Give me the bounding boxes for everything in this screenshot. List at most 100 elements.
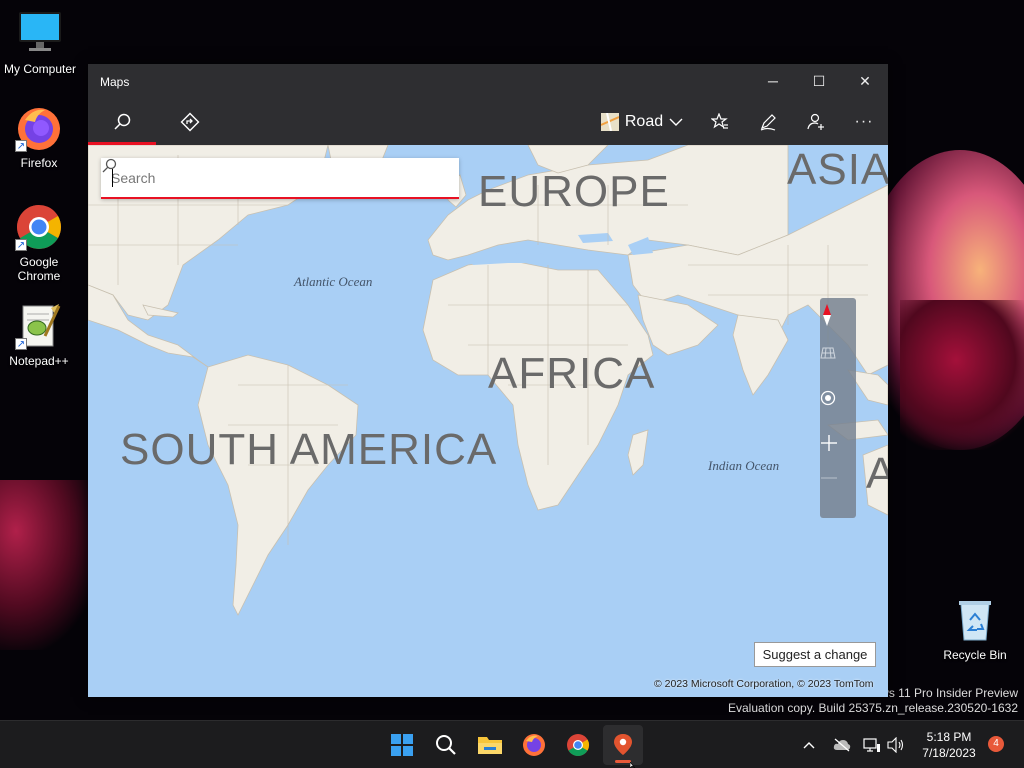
chevron-up-icon xyxy=(803,742,815,749)
notepadpp-icon: ↗ xyxy=(15,302,63,350)
desktop-icon-label: Recycle Bin xyxy=(943,648,1007,662)
chevron-down-icon xyxy=(669,118,683,126)
windows-logo-icon xyxy=(391,734,413,756)
firefox-icon: ↗ xyxy=(15,104,63,152)
desktop-icon-label: My Computer xyxy=(3,62,77,76)
location-target-icon xyxy=(820,390,836,406)
zoom-out-button[interactable] xyxy=(820,476,856,512)
maps-taskbar-button[interactable] xyxy=(603,725,643,765)
favorites-button[interactable] xyxy=(700,98,740,145)
minimize-button[interactable]: ─ xyxy=(750,64,796,98)
continent-label: ASIA xyxy=(787,145,888,194)
taskbar: 5:18 PM 7/18/2023 xyxy=(0,720,1024,768)
firefox-taskbar-button[interactable] xyxy=(514,725,554,765)
directions-icon xyxy=(180,112,200,131)
desktop-icon-label: Firefox xyxy=(20,156,58,170)
network-button[interactable] xyxy=(860,721,884,768)
window-title: Maps xyxy=(100,75,130,89)
firefox-icon xyxy=(523,734,545,756)
network-icon xyxy=(863,738,880,752)
close-button[interactable]: ✕ xyxy=(842,64,888,98)
maximize-icon: ☐ xyxy=(812,72,826,89)
close-icon: ✕ xyxy=(859,72,871,89)
maximize-button[interactable]: ☐ xyxy=(796,64,842,98)
volume-button[interactable] xyxy=(884,721,908,768)
clock-time: 5:18 PM xyxy=(926,730,972,744)
taskbar-search-button[interactable] xyxy=(426,725,466,765)
wallpaper-glow xyxy=(900,300,1024,450)
desktop-icon-notepadpp[interactable]: ↗ Notepad++ xyxy=(0,302,79,368)
shortcut-arrow-icon: ↗ xyxy=(15,338,27,350)
minimize-icon: ─ xyxy=(768,73,778,89)
minus-icon xyxy=(821,477,837,479)
monitor-icon xyxy=(16,10,64,58)
cloud-offline-icon xyxy=(833,738,851,752)
maps-pin-icon xyxy=(614,734,632,755)
map-controls-panel xyxy=(820,298,856,518)
search-tab-button[interactable] xyxy=(88,98,156,145)
onedrive-button[interactable] xyxy=(830,721,854,768)
search-icon xyxy=(436,735,456,755)
notification-badge[interactable]: 4 xyxy=(988,736,1004,752)
shortcut-arrow-icon: ↗ xyxy=(15,239,27,251)
desktop-icon-label: Google Chrome xyxy=(17,255,61,283)
watermark-line2: Evaluation copy. Build 25375.zn_release.… xyxy=(728,701,1018,715)
more-button[interactable]: ··· xyxy=(844,98,884,145)
continent-label: AFRICA xyxy=(488,349,656,398)
directions-button[interactable] xyxy=(156,98,224,145)
map-canvas[interactable]: EUROPE ASIA AFRICA SOUTH AMERICA AU Atla… xyxy=(88,145,888,697)
folder-icon xyxy=(478,737,502,754)
show-hidden-icons-button[interactable] xyxy=(798,721,820,768)
ocean-label: Atlantic Ocean xyxy=(294,274,373,289)
plus-icon xyxy=(821,435,837,451)
mouse-cursor-icon xyxy=(630,762,636,768)
desktop-icon-chrome[interactable]: ↗ Google Chrome xyxy=(0,203,79,283)
map-style-dropdown[interactable]: Road xyxy=(594,98,690,145)
title-bar[interactable]: Maps ─ ☐ ✕ xyxy=(88,64,888,98)
road-map-icon xyxy=(600,112,619,131)
active-app-indicator xyxy=(615,760,631,763)
ink-button[interactable] xyxy=(748,98,788,145)
my-location-button[interactable] xyxy=(820,390,856,426)
desktop-icon-my-computer[interactable]: My Computer xyxy=(0,10,80,76)
map-copyright: © 2023 Microsoft Corporation, © 2023 Tom… xyxy=(654,678,874,690)
clock-date: 7/18/2023 xyxy=(922,746,976,760)
desktop-icon-label: Notepad++ xyxy=(9,354,69,368)
watermark-line1: ws 11 Pro Insider Preview xyxy=(880,686,1018,700)
tilt-button[interactable] xyxy=(820,346,856,382)
pen-icon xyxy=(760,113,776,131)
file-explorer-button[interactable] xyxy=(470,725,510,765)
ocean-label: Indian Ocean xyxy=(708,458,780,473)
more-icon: ··· xyxy=(854,112,874,130)
search-icon xyxy=(114,113,131,130)
chrome-icon xyxy=(567,734,589,756)
search-input[interactable] xyxy=(111,166,411,190)
continent-label: AU xyxy=(866,449,888,498)
toolbar: Road ··· xyxy=(88,98,888,145)
favorites-icon xyxy=(711,112,728,129)
shortcut-arrow-icon: ↗ xyxy=(15,140,27,152)
search-box[interactable] xyxy=(101,158,459,199)
compass-button[interactable] xyxy=(820,304,856,340)
grid-tilt-icon xyxy=(820,347,836,359)
clock[interactable]: 5:18 PM 7/18/2023 xyxy=(912,729,986,761)
suggest-change-button[interactable]: Suggest a change xyxy=(754,642,876,667)
compass-icon xyxy=(823,304,831,326)
recycle-bin-icon xyxy=(951,596,999,644)
chrome-taskbar-button[interactable] xyxy=(558,725,598,765)
maps-window: Maps ─ ☐ ✕ Road ··· EUROPE ASIA AFRICA S… xyxy=(88,64,888,697)
person-add-icon xyxy=(807,113,824,130)
account-button[interactable] xyxy=(796,98,836,145)
continent-label: EUROPE xyxy=(478,167,670,216)
desktop-icon-recycle-bin[interactable]: Recycle Bin xyxy=(935,596,1015,662)
wallpaper-glow xyxy=(0,480,100,650)
continent-label: SOUTH AMERICA xyxy=(120,425,498,474)
desktop-icon-firefox[interactable]: ↗ Firefox xyxy=(0,104,79,170)
search-icon[interactable] xyxy=(101,158,117,174)
speaker-icon xyxy=(887,737,904,753)
world-map xyxy=(88,145,888,616)
map-style-label: Road xyxy=(624,112,664,130)
chrome-icon: ↗ xyxy=(15,203,63,251)
zoom-in-button[interactable] xyxy=(820,434,856,470)
start-button[interactable] xyxy=(382,725,422,765)
